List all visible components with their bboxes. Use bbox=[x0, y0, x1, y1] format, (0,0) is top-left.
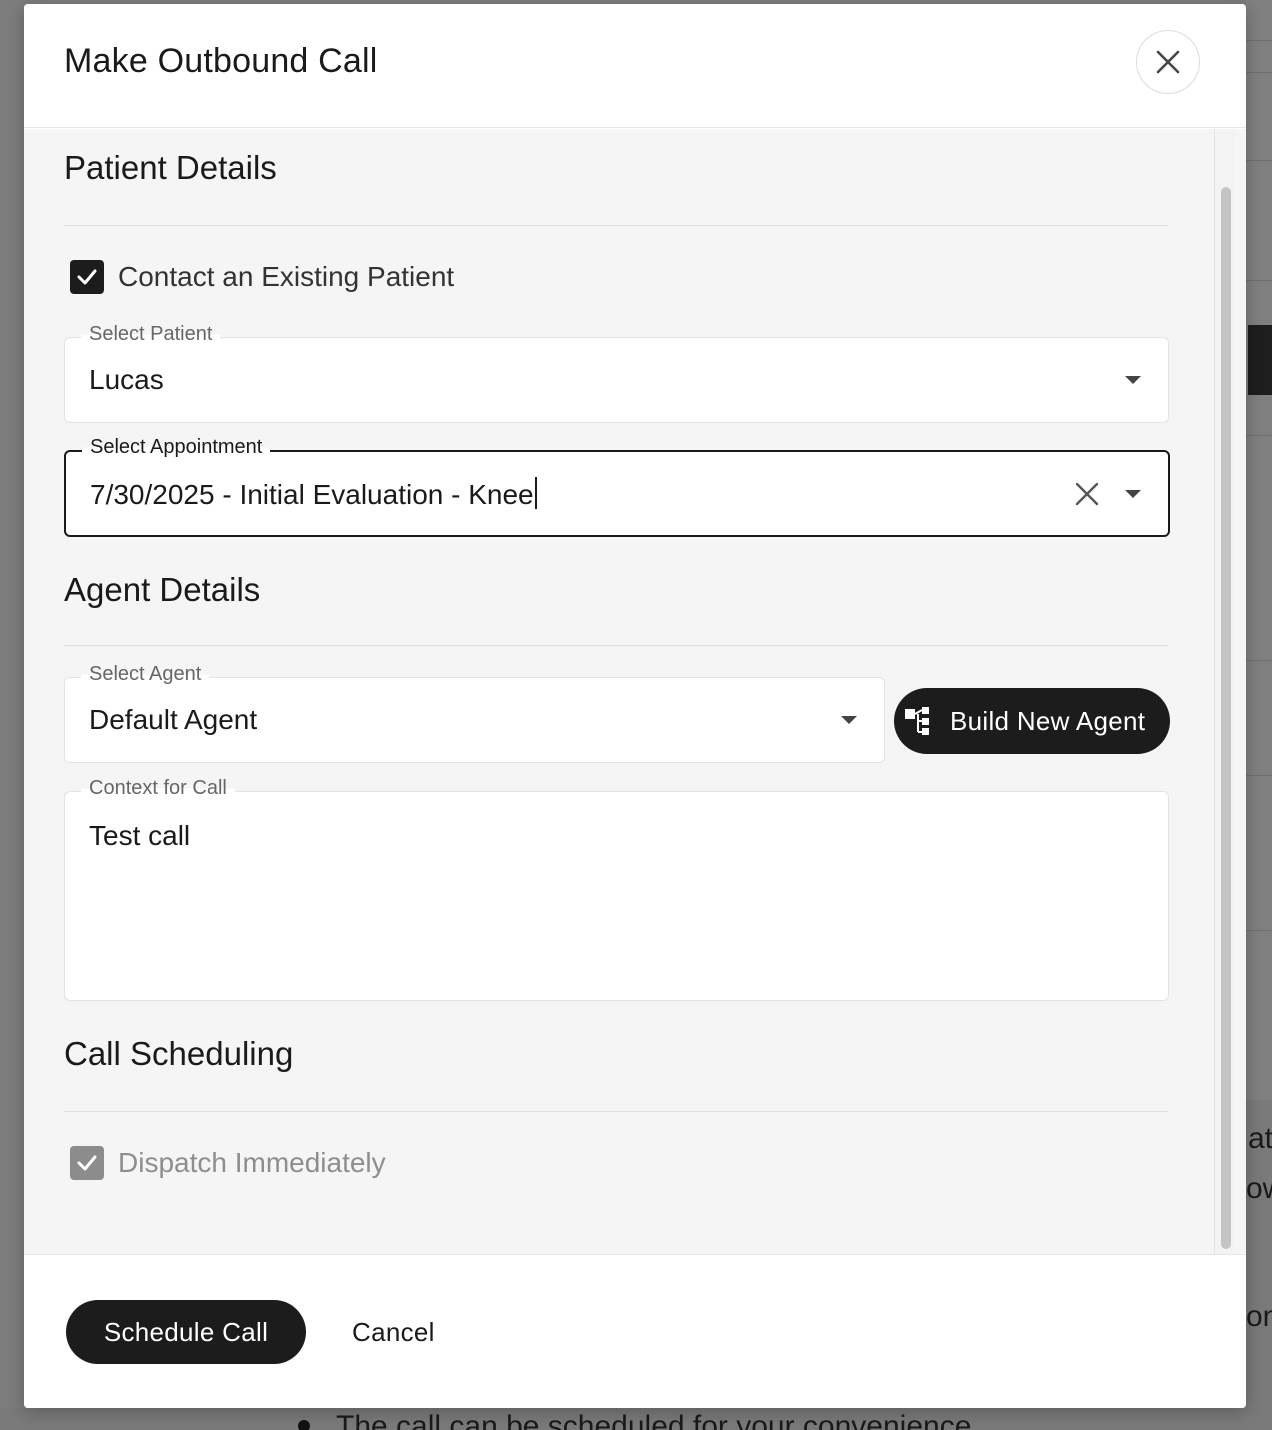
build-new-agent-label: Build New Agent bbox=[950, 705, 1146, 736]
background-lower-panel: at ow on bbox=[1246, 1100, 1272, 1430]
chevron-down-icon[interactable] bbox=[1125, 490, 1141, 498]
call-scheduling-title: Call Scheduling bbox=[64, 1035, 294, 1072]
context-for-call-field[interactable]: Context for Call Test call bbox=[64, 777, 1169, 1001]
modal-footer: Schedule Call Cancel bbox=[24, 1254, 1246, 1408]
background-text-fragment: on bbox=[1246, 1300, 1272, 1333]
agent-details-title: Agent Details bbox=[64, 571, 261, 608]
chevron-down-icon[interactable] bbox=[1125, 376, 1141, 384]
select-patient-label: Select Patient bbox=[81, 323, 221, 346]
divider bbox=[64, 225, 1168, 226]
select-agent-value: Default Agent bbox=[89, 704, 258, 735]
checkmark-icon bbox=[77, 1155, 97, 1171]
context-for-call-label: Context for Call bbox=[81, 777, 235, 800]
background-text-fragment: ow bbox=[1246, 1172, 1272, 1205]
cancel-button[interactable]: Cancel bbox=[342, 1300, 445, 1364]
modal-body: Patient Details Contact an Existing Pati… bbox=[24, 129, 1246, 1254]
checkmark-icon bbox=[77, 269, 97, 285]
chevron-down-icon[interactable] bbox=[841, 716, 857, 724]
contact-existing-label: Contact an Existing Patient bbox=[118, 261, 455, 292]
background-bottom: The call can be scheduled for your conve… bbox=[0, 1408, 1272, 1430]
contact-existing-checkbox[interactable] bbox=[70, 260, 104, 294]
contact-existing-patient-row[interactable]: Contact an Existing Patient bbox=[70, 260, 454, 294]
close-button[interactable] bbox=[1136, 30, 1200, 94]
select-appointment-field[interactable]: Select Appointment 7/30/2025 - Initial E… bbox=[64, 436, 1170, 537]
background-text-fragment: at bbox=[1248, 1122, 1272, 1155]
patient-details-title: Patient Details bbox=[64, 149, 277, 186]
select-appointment-label: Select Appointment bbox=[82, 436, 271, 459]
dispatch-immediately-label: Dispatch Immediately bbox=[118, 1147, 386, 1178]
select-appointment-text: 7/30/2025 - Initial Evaluation - Knee bbox=[90, 479, 534, 510]
agent-tree-icon bbox=[905, 707, 929, 735]
divider bbox=[64, 645, 1168, 646]
close-icon bbox=[1156, 50, 1180, 74]
select-appointment-value[interactable]: 7/30/2025 - Initial Evaluation - Knee bbox=[90, 477, 537, 511]
outbound-call-modal: Make Outbound Call Patient Details Conta… bbox=[24, 4, 1246, 1408]
select-patient-field[interactable]: Select Patient Lucas bbox=[64, 323, 1169, 423]
select-agent-field[interactable]: Select Agent Default Agent bbox=[64, 663, 885, 763]
bullet-icon bbox=[298, 1420, 310, 1430]
background-dark-block bbox=[1248, 325, 1272, 395]
clear-icon[interactable] bbox=[1074, 481, 1100, 507]
divider bbox=[64, 1111, 1168, 1112]
dispatch-immediately-row: Dispatch Immediately bbox=[70, 1146, 386, 1180]
scrollbar-thumb[interactable] bbox=[1221, 187, 1231, 1249]
modal-title: Make Outbound Call bbox=[64, 42, 378, 80]
modal-header: Make Outbound Call bbox=[24, 4, 1246, 128]
dispatch-immediately-checkbox bbox=[70, 1146, 104, 1180]
context-for-call-value[interactable]: Test call bbox=[89, 820, 190, 852]
build-new-agent-button[interactable]: Build New Agent bbox=[894, 688, 1170, 754]
background-bullet-text: The call can be scheduled for your conve… bbox=[336, 1410, 972, 1430]
text-cursor bbox=[534, 477, 537, 509]
schedule-call-button[interactable]: Schedule Call bbox=[66, 1300, 306, 1364]
select-agent-label: Select Agent bbox=[81, 663, 210, 686]
select-patient-value: Lucas bbox=[89, 364, 164, 395]
